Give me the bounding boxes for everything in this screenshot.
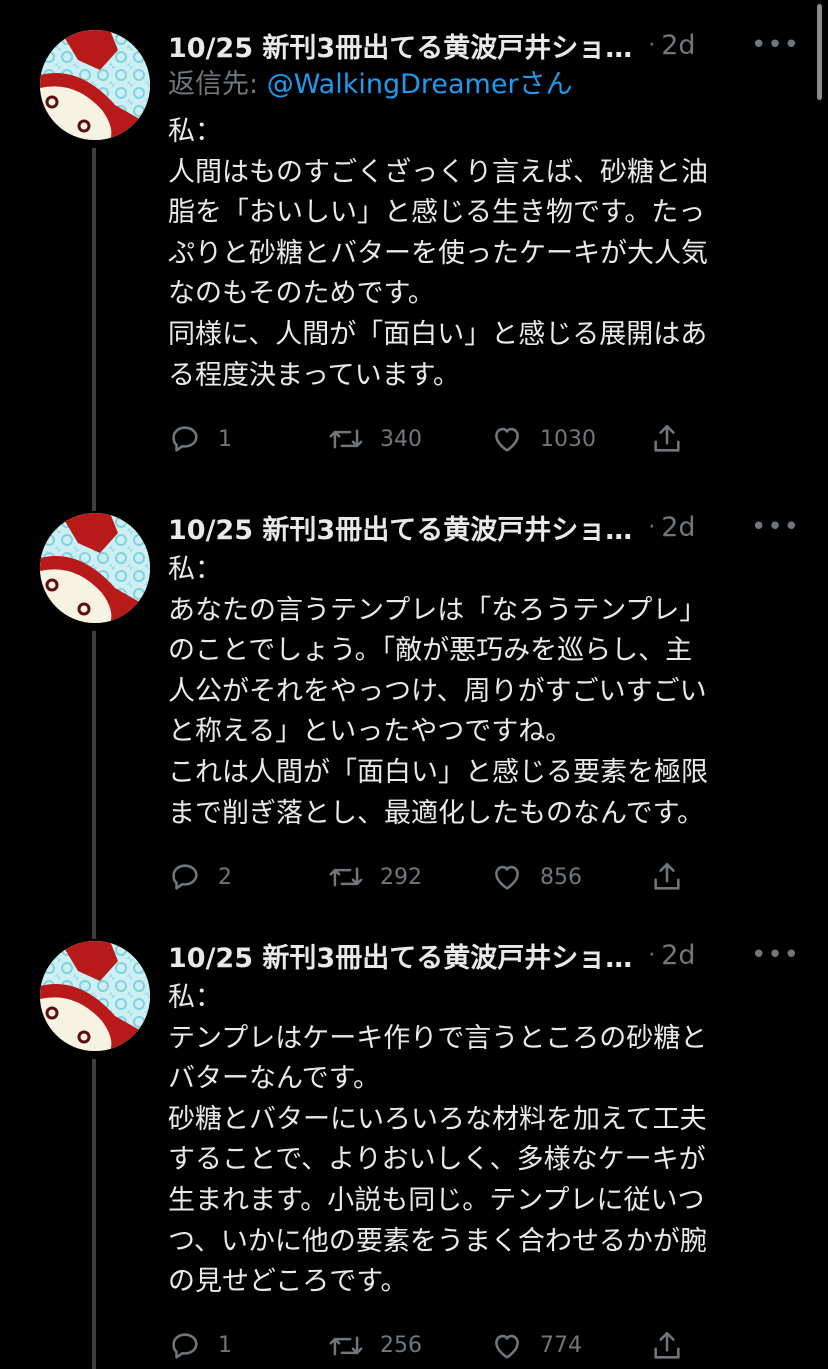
thread-line — [92, 1059, 96, 1369]
like-button[interactable]: 856 — [490, 857, 582, 897]
more-icon[interactable]: ••• — [751, 512, 804, 542]
heart-icon — [495, 865, 519, 890]
thread-line — [92, 148, 96, 487]
heart-icon — [495, 1334, 519, 1359]
avatar[interactable] — [40, 513, 150, 623]
retweet-count: 256 — [380, 1333, 422, 1359]
retweet-button[interactable]: 340 — [328, 419, 422, 459]
retweet-count: 340 — [380, 426, 422, 452]
thread-line — [92, 631, 96, 915]
share-icon — [654, 1331, 680, 1359]
avatar[interactable] — [40, 30, 150, 140]
like-count: 774 — [540, 1333, 582, 1359]
reply-count: 1 — [218, 426, 232, 452]
heart-icon — [495, 427, 519, 452]
share-button[interactable] — [650, 857, 684, 897]
author-name[interactable]: 10/25 新刊3冊出てる黄波戸井ショ… — [168, 508, 632, 547]
mention-suffix: さん — [518, 69, 573, 100]
action-bar: 1 340 1030 — [168, 419, 804, 459]
reply-icon — [172, 864, 198, 890]
reply-button[interactable]: 2 — [168, 857, 232, 897]
retweet-button[interactable]: 292 — [328, 857, 422, 897]
like-count: 1030 — [540, 426, 596, 452]
author-name[interactable]: 10/25 新刊3冊出てる黄波戸井ショ… — [168, 26, 632, 65]
action-bar: 2 292 856 — [168, 857, 804, 897]
reply-icon — [172, 426, 198, 452]
like-count: 856 — [540, 864, 582, 890]
retweet-button[interactable]: 256 — [328, 1326, 422, 1366]
more-icon[interactable]: ••• — [751, 30, 804, 60]
tweet[interactable]: 10/25 新刊3冊出てる黄波戸井ショ… · 2d ••• 私： あなたの言うテ… — [0, 487, 828, 915]
reply-button[interactable]: 1 — [168, 1326, 232, 1366]
tweet[interactable]: 10/25 新刊3冊出てる黄波戸井ショ… · 2d ••• 返信先: @Walk… — [0, 0, 828, 487]
share-button[interactable] — [650, 419, 684, 459]
share-button[interactable] — [650, 1326, 684, 1366]
separator: · — [648, 942, 656, 968]
tweet-text: 私： テンプレはケーキ作りで言うところの砂糖と バターなんです。 砂糖とバターに… — [168, 982, 708, 1298]
avatar[interactable] — [40, 941, 150, 1051]
retweet-count: 292 — [380, 864, 422, 890]
avatar-image — [40, 513, 150, 623]
action-bar: 1 256 774 — [168, 1326, 804, 1366]
avatar-image — [40, 30, 150, 140]
separator: · — [648, 514, 656, 540]
share-icon — [654, 863, 680, 890]
tweet-text: 私： あなたの言うテンプレは「なろうテンプレ」 のことでしょう。「敵が悪巧みを巡… — [168, 554, 708, 829]
reply-icon — [172, 1333, 198, 1359]
timestamp[interactable]: 2d — [661, 940, 695, 971]
timestamp[interactable]: 2d — [661, 512, 695, 543]
retweet-icon — [329, 867, 363, 887]
tweet-text: 私： 人間はものすごくざっくり言えば、砂糖と油 脂を「おいしい」と感じる生き物で… — [168, 116, 708, 391]
timestamp[interactable]: 2d — [661, 30, 695, 61]
share-icon — [654, 425, 680, 452]
like-button[interactable]: 774 — [490, 1326, 582, 1366]
reply-context: 返信先: @WalkingDreamerさん — [168, 64, 804, 106]
author-name[interactable]: 10/25 新刊3冊出てる黄波戸井ショ… — [168, 936, 632, 975]
more-icon[interactable]: ••• — [751, 940, 804, 970]
like-button[interactable]: 1030 — [490, 419, 596, 459]
reply-prefix: 返信先: — [168, 69, 267, 100]
mention-link[interactable]: @WalkingDreamer — [267, 69, 519, 100]
reply-count: 1 — [218, 1333, 232, 1359]
separator: · — [648, 32, 656, 58]
reply-count: 2 — [218, 864, 232, 890]
thread-line — [92, 915, 96, 939]
thread-line — [92, 487, 96, 511]
tweet[interactable]: 10/25 新刊3冊出てる黄波戸井ショ… · 2d ••• 私： テンプレはケー… — [0, 915, 828, 1369]
retweet-icon — [329, 429, 363, 449]
retweet-icon — [329, 1336, 363, 1356]
avatar-image — [40, 941, 150, 1051]
reply-button[interactable]: 1 — [168, 419, 232, 459]
